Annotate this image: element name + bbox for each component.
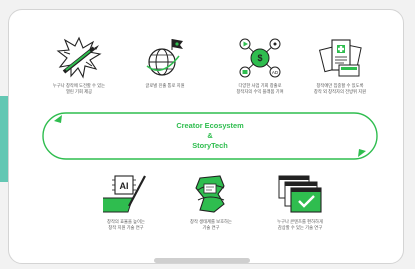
- svg-text:AD: AD: [272, 70, 279, 75]
- documents-icon: [317, 36, 363, 80]
- svg-text:$: $: [257, 53, 262, 63]
- caption-ecosystem-protection: 창작 생태계를 보호하는 기술 연구: [190, 219, 232, 230]
- item-creator-support: 창작에만 집중할 수 있도록 창작 외 창작자의 전방위 지원: [292, 36, 388, 95]
- item-global-expansion: 글로벌 진출 통로 지원: [117, 36, 213, 89]
- content-shield-icon: [188, 172, 234, 216]
- item-content-viewing: 누구나 콘텐츠를 편하하게 감상할 수 있는 기술 연구: [252, 172, 348, 231]
- home-indicator[interactable]: [154, 258, 250, 263]
- item-ai-research: AI 창작의 효율을 높이는 창작 지원 기술 연구: [78, 172, 174, 231]
- item-ecosystem-protection: 창작 생태계를 보호하는 기술 연구: [163, 172, 259, 231]
- caption-creator-support: 창작에만 집중할 수 있도록 창작 외 창작자의 전방위 지원: [313, 83, 367, 94]
- ecosystem-title: Creator Ecosystem & StoryTech: [140, 121, 280, 151]
- browser-windows-icon: [277, 172, 323, 216]
- caption-open-opportunity: 누구나 창작에 도전할 수 있는 열린 기회 제공: [52, 83, 106, 94]
- creator-network-icon: $ AD: [237, 36, 283, 80]
- title-storytech: StoryTech: [192, 141, 228, 150]
- caption-global-expansion: 글로벌 진출 통로 지원: [145, 83, 185, 88]
- title-ampersand: &: [207, 131, 213, 140]
- globe-flag-icon: [142, 36, 188, 80]
- title-creator-ecosystem: Creator Ecosystem: [176, 121, 244, 130]
- caption-content-viewing: 누구나 콘텐츠를 편하하게 감상할 수 있는 기술 연구: [277, 219, 323, 230]
- ai-tablet-icon: AI: [103, 172, 149, 216]
- caption-ai-research: 창작의 효율을 높이는 창작 지원 기술 연구: [107, 219, 145, 230]
- item-open-opportunity: 누구나 창작에 도전할 수 있는 열린 기회 제공: [31, 36, 127, 95]
- pen-burst-icon: [56, 36, 102, 80]
- svg-text:AI: AI: [120, 181, 129, 191]
